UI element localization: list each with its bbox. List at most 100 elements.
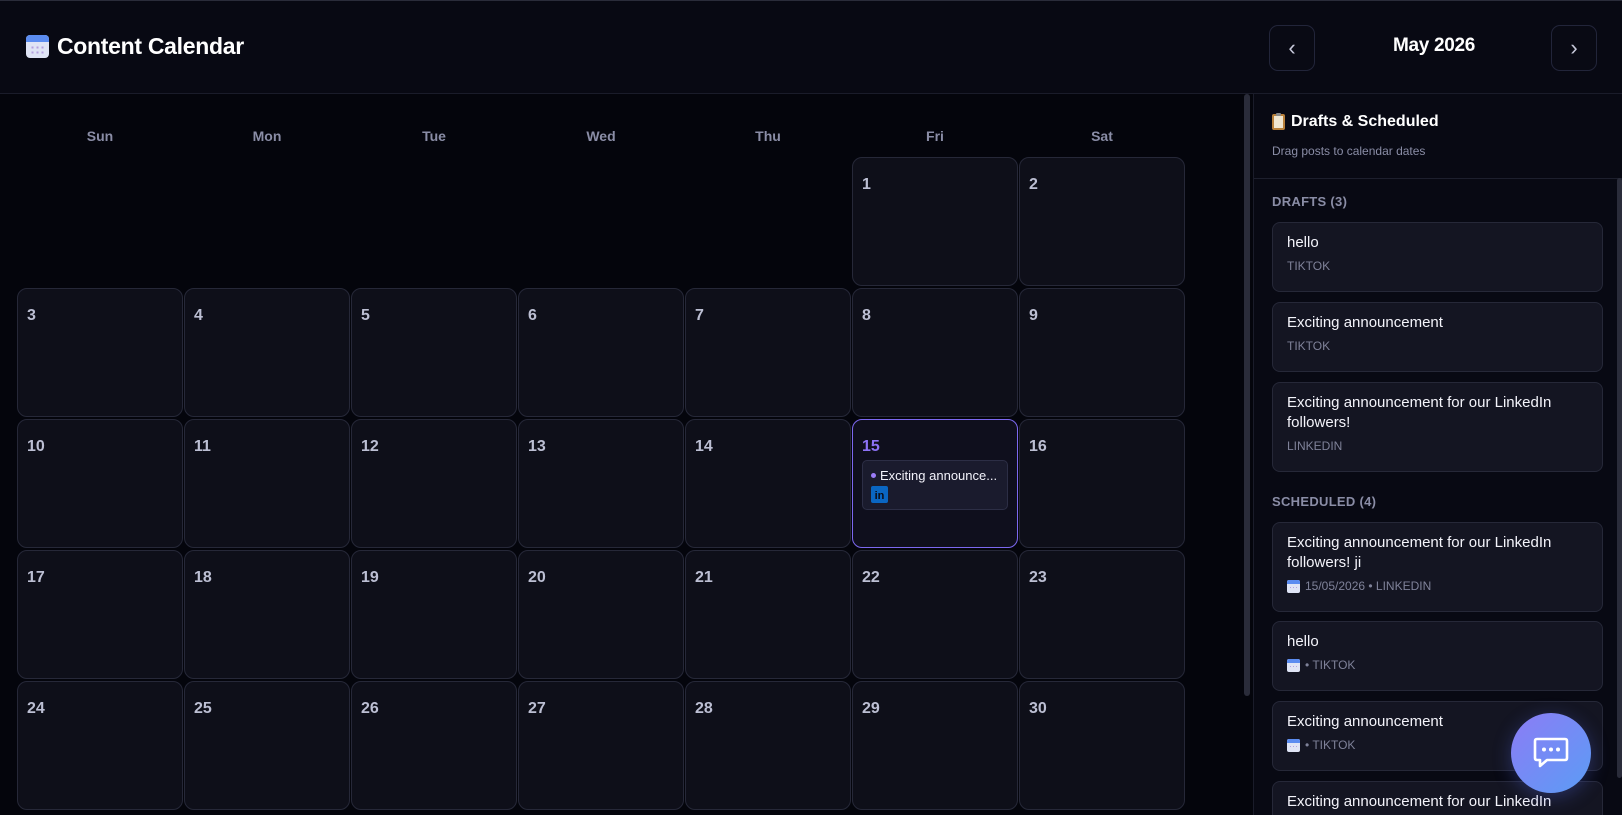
day-cell[interactable]: 12: [351, 419, 517, 548]
calendar-icon: [1287, 738, 1300, 752]
day-cell[interactable]: 6: [518, 288, 684, 417]
sidebar-subtitle: Drag posts to calendar dates: [1272, 144, 1426, 158]
day-number: 25: [194, 700, 212, 717]
day-cell[interactable]: 9: [1019, 288, 1185, 417]
weekday-sun: Sun: [86, 128, 114, 144]
next-month-button[interactable]: ›: [1551, 25, 1597, 71]
calendar-event-chip[interactable]: Exciting announce... in: [862, 460, 1008, 510]
day-cell[interactable]: 11: [184, 419, 350, 548]
calendar-grid: Sun Mon Tue Wed Thu Fri Sat 1 2 3 4 5 6 …: [0, 94, 1243, 815]
day-cell[interactable]: 14: [685, 419, 851, 548]
day-cell[interactable]: 17: [17, 550, 183, 679]
sidebar-title-text: Drafts & Scheduled: [1291, 113, 1439, 130]
calendar-scrollbar[interactable]: [1244, 94, 1250, 696]
draft-card[interactable]: hello TIKTOK: [1272, 222, 1603, 292]
weekday-wed: Wed: [586, 128, 616, 144]
day-cell[interactable]: 20: [518, 550, 684, 679]
day-number: 15: [862, 438, 880, 455]
calendar-icon: [1287, 658, 1300, 672]
day-number: 4: [194, 307, 203, 324]
scheduled-card[interactable]: Exciting announcement for our LinkedIn f…: [1272, 522, 1603, 612]
post-title: Exciting announcement: [1287, 314, 1443, 331]
calendar-icon: [1287, 579, 1300, 593]
post-title: hello: [1287, 234, 1319, 251]
day-number: 19: [361, 569, 379, 586]
day-cell[interactable]: 5: [351, 288, 517, 417]
day-cell[interactable]: 25: [184, 681, 350, 810]
day-number: 24: [27, 700, 45, 717]
day-cell[interactable]: 28: [685, 681, 851, 810]
scheduled-card[interactable]: hello • TIKTOK: [1272, 621, 1603, 691]
event-title: Exciting announce...: [880, 468, 998, 483]
clipboard-icon: [1272, 113, 1285, 130]
app-title: Content Calendar: [26, 33, 244, 60]
day-cell[interactable]: 29: [852, 681, 1018, 810]
day-cell[interactable]: 22: [852, 550, 1018, 679]
day-number: 11: [194, 438, 211, 455]
post-title: hello: [1287, 633, 1319, 650]
day-number: 9: [1029, 307, 1038, 324]
post-title: Exciting announcement for our LinkedIn: [1287, 793, 1552, 810]
day-number: 2: [1029, 176, 1038, 193]
day-cell[interactable]: 13: [518, 419, 684, 548]
day-cell[interactable]: 10: [17, 419, 183, 548]
day-cell-today[interactable]: 15 Exciting announce... in: [852, 419, 1018, 548]
day-cell[interactable]: 1: [852, 157, 1018, 286]
post-meta: LINKEDIN: [1287, 439, 1588, 453]
draft-card[interactable]: Exciting announcement for our LinkedIn f…: [1272, 382, 1603, 472]
post-platform: LINKEDIN: [1287, 439, 1343, 453]
day-cell[interactable]: 21: [685, 550, 851, 679]
sidebar-title: Drafts & Scheduled: [1272, 113, 1439, 131]
app-header: Content Calendar ‹ May 2026 ›: [0, 0, 1622, 94]
drafts-sidebar: Drafts & Scheduled Drag posts to calenda…: [1253, 94, 1622, 815]
post-schedule: • TIKTOK: [1305, 738, 1356, 752]
day-number: 6: [528, 307, 537, 324]
weekday-tue: Tue: [422, 128, 446, 144]
post-platform: TIKTOK: [1287, 339, 1331, 353]
day-number: 8: [862, 307, 871, 324]
day-number: 27: [528, 700, 546, 717]
day-cell[interactable]: 16: [1019, 419, 1185, 548]
day-cell[interactable]: 26: [351, 681, 517, 810]
day-cell[interactable]: 18: [184, 550, 350, 679]
weekday-thu: Thu: [755, 128, 781, 144]
post-meta: TIKTOK: [1287, 259, 1588, 273]
prev-month-button[interactable]: ‹: [1269, 25, 1315, 71]
draft-card[interactable]: Exciting announcement TIKTOK: [1272, 302, 1603, 372]
chat-button[interactable]: [1511, 713, 1591, 793]
day-number: 23: [1029, 569, 1047, 586]
day-number: 22: [862, 569, 880, 586]
day-cell[interactable]: 4: [184, 288, 350, 417]
day-number: 29: [862, 700, 880, 717]
day-cell[interactable]: 3: [17, 288, 183, 417]
day-number: 28: [695, 700, 713, 717]
day-cell[interactable]: 7: [685, 288, 851, 417]
day-number: 21: [695, 569, 713, 586]
calendar-icon: [26, 35, 49, 58]
day-number: 26: [361, 700, 379, 717]
day-cell[interactable]: 30: [1019, 681, 1185, 810]
day-number: 5: [361, 307, 370, 324]
day-number: 12: [361, 438, 379, 455]
sidebar-scrollbar[interactable]: [1617, 178, 1622, 778]
day-number: 17: [27, 569, 45, 586]
sidebar-header: Drafts & Scheduled Drag posts to calenda…: [1254, 94, 1622, 179]
day-number: 30: [1029, 700, 1047, 717]
post-meta: 15/05/2026 • LINKEDIN: [1287, 579, 1588, 593]
drafts-section-label: DRAFTS (3): [1272, 194, 1348, 209]
day-cell[interactable]: 19: [351, 550, 517, 679]
chat-icon: [1533, 737, 1569, 768]
weekday-mon: Mon: [252, 128, 282, 144]
day-number: 1: [862, 176, 871, 193]
day-number: 3: [27, 307, 36, 324]
day-number: 14: [695, 438, 713, 455]
post-platform: TIKTOK: [1287, 259, 1331, 273]
linkedin-icon: in: [871, 486, 888, 503]
day-cell[interactable]: 23: [1019, 550, 1185, 679]
day-cell[interactable]: 2: [1019, 157, 1185, 286]
day-cell[interactable]: 8: [852, 288, 1018, 417]
day-cell[interactable]: 27: [518, 681, 684, 810]
post-title: Exciting announcement for our LinkedIn f…: [1287, 534, 1552, 571]
app-title-text: Content Calendar: [57, 33, 244, 59]
day-cell[interactable]: 24: [17, 681, 183, 810]
